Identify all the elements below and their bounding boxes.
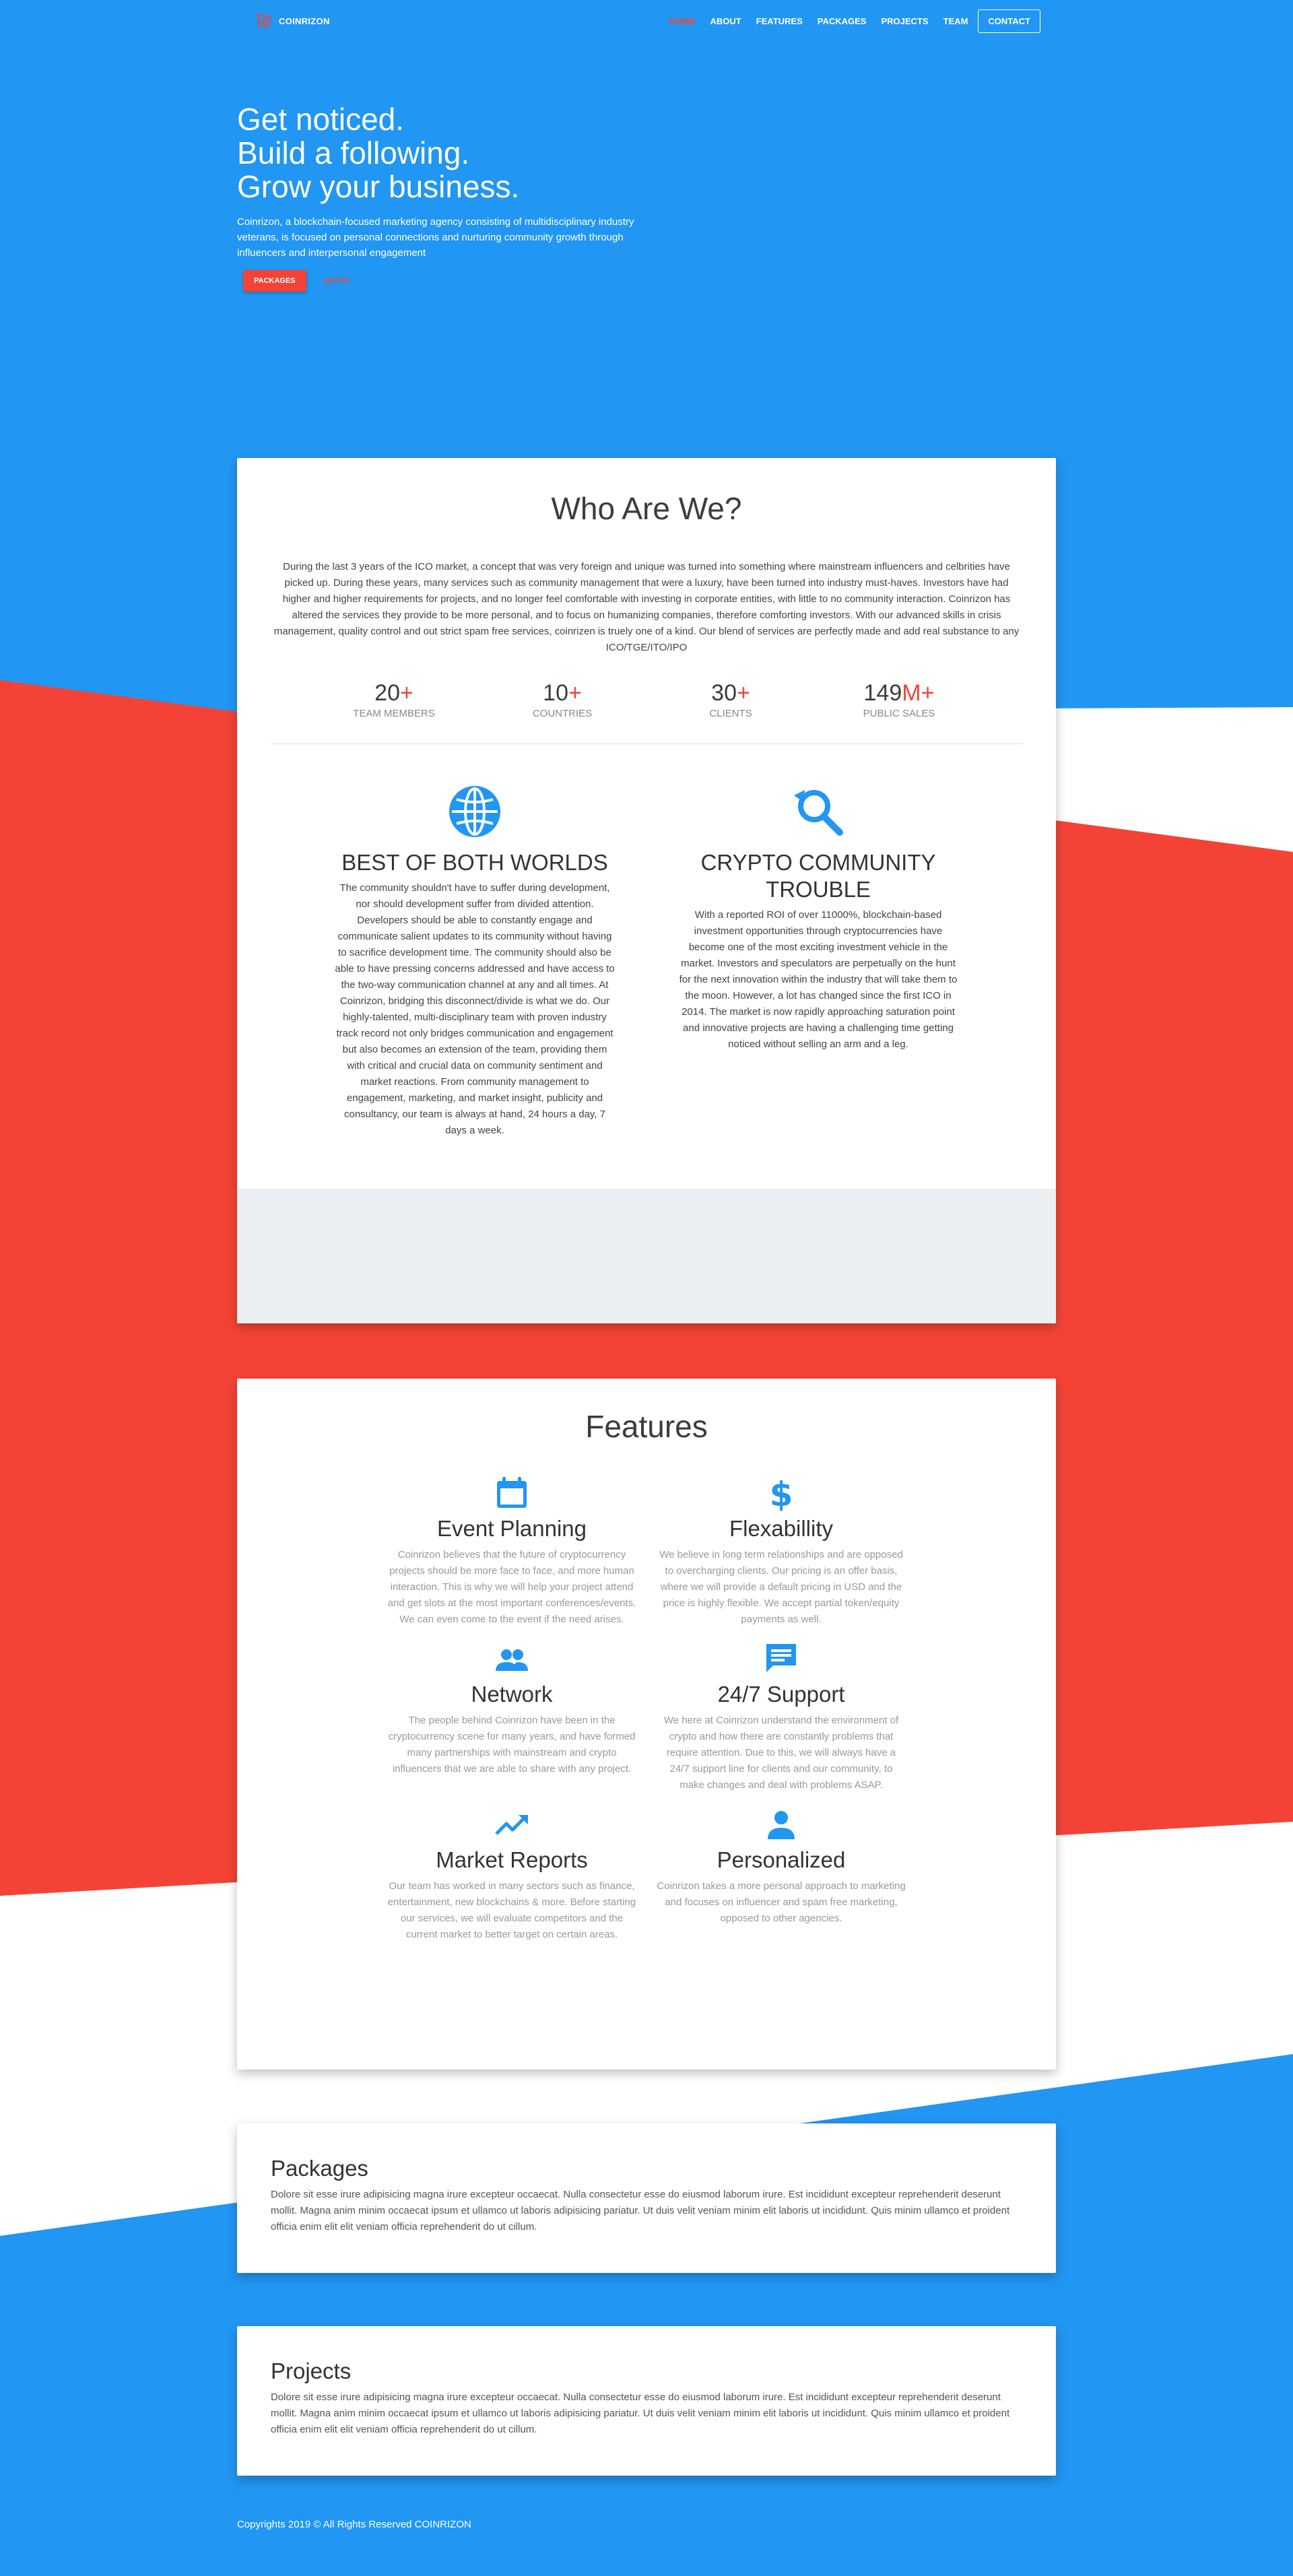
hero-headline: Get noticed. Build a following. Grow you… [237,102,655,203]
feature-network: Network The people behind Coinrizon have… [387,1640,636,1793]
stat-label: COUNTRIES [532,708,593,719]
feature-flexability: $ Flexabillity We believe in long term r… [657,1474,906,1628]
nav-about[interactable]: ABOUT [702,16,748,26]
feature-text: We believe in long term relationships an… [659,1549,903,1625]
brand-name: COINRIZON [279,15,330,26]
feature-event-planning: Event Planning Coinrizon believes that t… [387,1474,636,1628]
feature-personalized: Personalized Coinrizon takes a more pers… [657,1806,906,1943]
feature-text: Coinrizon takes a more personal approach… [657,1880,906,1924]
stats-row: 20+ TEAM MEMBERS 10+ COUNTRIES 30+ CLIEN… [237,680,1056,719]
feature-title: Market Reports [436,1847,588,1872]
calendar-icon [497,1477,527,1508]
features-title: Features [585,1409,708,1444]
nav-features[interactable]: FEATURES [749,16,810,26]
nav-contact-button[interactable]: CONTACT [978,9,1040,33]
stat-label: PUBLIC SALES [863,708,935,719]
stat-value: 30+ [711,680,750,706]
stat-public-sales: 149M+ PUBLIC SALES [815,680,983,719]
footer-copyright: Copyrights 2019 © All Rights Reserved CO… [237,2519,471,2530]
nav-home[interactable]: HOME [661,16,702,26]
stat-value: 149M+ [863,680,935,706]
feature-title: 24/7 Support [717,1682,845,1707]
packages-text: Dolore sit esse irure adipisicing magna … [271,2189,1010,2233]
globe-icon [449,786,500,837]
packages-card: Packages Dolore sit esse irure adipisici… [237,2123,1056,2273]
feature-title: Flexabillity [729,1516,834,1541]
hero-line-1: Get noticed. [237,102,405,137]
packages-button[interactable]: PACKAGES [243,270,306,292]
stat-clients: 30+ CLIENTS [646,680,815,719]
feature-title: Personalized [717,1847,846,1872]
stat-countries: 10+ COUNTRIES [478,680,646,719]
top-navbar: COINRIZON HOME ABOUT FEATURES PACKAGES P… [236,0,1057,42]
projects-card: Projects Dolore sit esse irure adipisici… [237,2326,1056,2476]
trending-icon [495,1815,528,1835]
best-of-both-worlds-text: The community shouldn't have to suffer d… [335,882,615,1136]
chat-icon [766,1644,796,1672]
stat-label: CLIENTS [709,708,752,719]
svg-text:$: $ [770,1475,793,1512]
projects-text: Dolore sit esse irure adipisicing magna … [271,2391,1010,2435]
stat-value: 10+ [543,680,582,706]
crypto-community-trouble: CRYPTO COMMUNITY TROUBLE With a reported… [667,783,970,1139]
quote-button[interactable]: QUOTE [314,270,360,292]
feature-text: Coinrizon believes that the future of cr… [387,1549,636,1625]
card-footer-band [237,1189,1056,1323]
feature-title: Network [471,1682,553,1707]
hero-section: Get noticed. Build a following. Grow you… [237,102,655,292]
dollar-icon: $ [770,1475,793,1512]
nav-packages[interactable]: PACKAGES [810,16,874,26]
packages-title: Packages [271,2156,368,2181]
feature-market-reports: Market Reports Our team has worked in ma… [387,1806,636,1943]
features-card: Features Event Planning Coinrizon believ… [237,1379,1056,2070]
nav-projects[interactable]: PROJECTS [873,16,935,26]
people-icon [496,1649,528,1671]
feature-title: Event Planning [437,1516,587,1541]
projects-title: Projects [271,2358,352,2383]
hero-buttons: PACKAGES QUOTE [237,270,655,292]
hero-description: Coinrizon, a blockchain-focused marketin… [237,216,634,259]
who-description: During the last 3 years of the ICO marke… [273,561,1020,653]
who-are-we-card: Who Are We? During the last 3 years of t… [237,458,1056,1323]
best-of-both-worlds-title: BEST OF BOTH WORLDS [341,850,608,875]
best-of-both-worlds: BEST OF BOTH WORLDS The community should… [323,783,626,1139]
hero-line-3: Grow your business. [237,169,520,204]
feature-text: Our team has worked in many sectors such… [387,1880,636,1940]
stat-value: 20+ [374,680,413,706]
hero-line-2: Build a following. [237,135,470,170]
feature-support: 24/7 Support We here at Coinrizon unders… [657,1640,906,1793]
who-title: Who Are We? [551,491,742,526]
crypto-community-trouble-title: CRYPTO COMMUNITY TROUBLE [700,850,936,902]
crypto-community-trouble-text: With a reported ROI of over 11000%, bloc… [679,909,958,1050]
brand[interactable]: COINRIZON [256,12,330,30]
stat-label: TEAM MEMBERS [353,708,435,719]
feature-text: The people behind Coinrizon have been in… [388,1715,636,1775]
stat-team-members: 20+ TEAM MEMBERS [310,680,478,719]
nav-links: HOME ABOUT FEATURES PACKAGES PROJECTS TE… [661,9,1040,33]
features-grid: Event Planning Coinrizon believes that t… [237,1474,1056,1943]
nav-team[interactable]: TEAM [936,16,976,26]
feature-text: We here at Coinrizon understand the envi… [663,1715,899,1791]
coinrizon-logo-icon [257,13,272,28]
who-columns: BEST OF BOTH WORLDS The community should… [237,783,1056,1139]
person-icon [768,1811,795,1839]
search-refresh-icon [794,790,843,836]
